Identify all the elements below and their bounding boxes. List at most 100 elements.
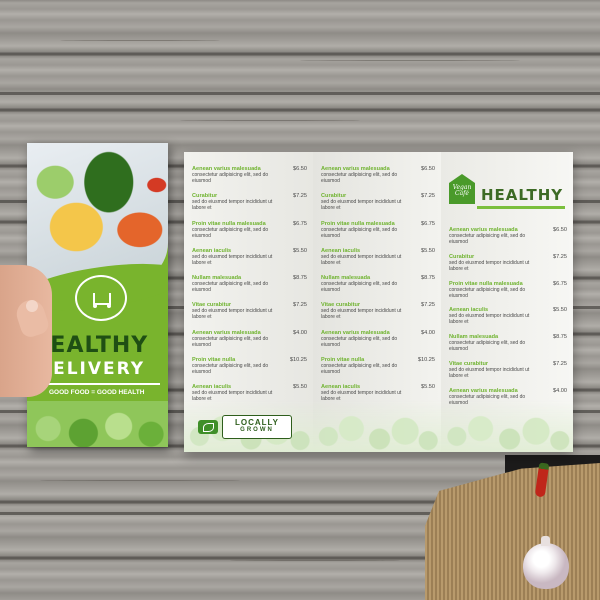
menu-item-description: sed do eiusmod tempor incididunt ut labo…: [192, 308, 273, 321]
burlap-cloth: [425, 463, 600, 600]
menu-item-price: $4.00: [553, 387, 567, 394]
badge-top: LOCALLY: [234, 418, 280, 427]
menu-item: Aenean iaculis sed do eiusmod tempor inci…: [192, 384, 307, 411]
menu-item-description: consectetur adipisicing elit, sed do eiu…: [192, 363, 269, 376]
menu-item-name: Aenean varius malesuada: [321, 329, 390, 336]
menu-list-right: Aenean varius malesuada consectetur adipi…: [449, 227, 567, 415]
menu-item-price: $5.50: [421, 384, 435, 391]
menu-item: Proin vitae nulla consectetur adipisicing…: [321, 357, 435, 384]
menu-item-description: sed do eiusmod tempor incididunt ut labo…: [321, 199, 402, 212]
menu-item-description: consectetur adipisicing elit, sed do eiu…: [449, 393, 526, 406]
menu-item-price: $4.00: [293, 329, 307, 336]
menu-item-description: sed do eiusmod tempor incididunt ut labo…: [192, 253, 273, 266]
menu-item-description: consectetur adipisicing elit, sed do eiu…: [321, 335, 398, 348]
logo-text: Vegan Café: [452, 184, 472, 197]
menu-item: Aenean iaculis sed do eiusmod tempor inci…: [321, 248, 435, 275]
menu-item-description: consectetur adipisicing elit, sed do eiu…: [192, 172, 269, 184]
cover-subtitle: DELIVERY: [37, 359, 146, 379]
menu-item-description: sed do eiusmod tempor incididunt ut labo…: [449, 313, 530, 326]
menu-item-description: consectetur adipisicing elit, sed do eiu…: [449, 340, 526, 353]
menu-item: Nullam malesuada consectetur adipisicing …: [449, 334, 567, 361]
menu-item-description: consectetur adipisicing elit, sed do eiu…: [192, 226, 269, 239]
menu-item: Nullam malesuada consectetur adipisicing …: [321, 275, 435, 302]
menu-item: Aenean varius malesuada consectetur adipi…: [449, 227, 567, 254]
menu-item-price: $5.50: [553, 307, 567, 314]
menu-item: Vitae curabitur sed do eiusmod tempor inc…: [321, 302, 435, 329]
cover-tagline: GOOD FOOD = GOOD HEALTH: [49, 389, 145, 396]
menu-item-price: $7.25: [293, 193, 307, 200]
menu-item-description: sed do eiusmod tempor incididunt ut labo…: [449, 259, 530, 272]
badge-bottom: GROWN: [240, 427, 274, 433]
wood-grain: [40, 480, 240, 481]
menu-item-price: $6.50: [553, 227, 567, 233]
menu-item-price: $7.25: [553, 253, 567, 260]
menu-item-description: consectetur adipisicing elit, sed do eiu…: [321, 281, 398, 294]
menu-item-name: Proin vitae nulla malesuada: [449, 280, 523, 287]
menu-item-price: $6.50: [293, 166, 307, 172]
menu-item: Curabitur sed do eiusmod tempor incididun…: [449, 254, 567, 281]
menu-item: Aenean varius malesuada consectetur adipi…: [192, 330, 307, 357]
panel-right: Vegan Café HEALTHY Aenean varius malesua…: [441, 152, 573, 452]
menu-item-description: sed do eiusmod tempor incididunt ut labo…: [192, 390, 273, 403]
menu-item-price: $8.75: [293, 275, 307, 282]
menu-item-price: $5.50: [293, 247, 307, 254]
menu-item: Curabitur sed do eiusmod tempor incididun…: [192, 193, 307, 220]
menu-item-name: Aenean varius malesuada: [449, 387, 518, 394]
menu-item-price: $8.75: [553, 334, 567, 341]
vegetable-illustration: [27, 401, 168, 447]
leaf-icon: [198, 420, 218, 434]
menu-item-description: sed do eiusmod tempor incididunt ut labo…: [321, 390, 402, 403]
menu-item-name: Proin vitae nulla malesuada: [321, 220, 395, 227]
menu-item-price: $7.25: [293, 302, 307, 309]
menu-item-description: consectetur adipisicing elit, sed do eiu…: [321, 226, 398, 239]
menu-item-description: sed do eiusmod tempor incididunt ut labo…: [321, 308, 402, 321]
menu-item-description: sed do eiusmod tempor incididunt ut labo…: [192, 199, 273, 212]
menu-item-price: $6.50: [421, 166, 435, 172]
brand-underline: [477, 206, 565, 209]
menu-item: Nullam malesuada consectetur adipisicing …: [192, 275, 307, 302]
menu-item-description: consectetur adipisicing elit, sed do eiu…: [321, 172, 398, 184]
wood-grain: [300, 60, 520, 61]
menu-item: Proin vitae nulla malesuada consectetur a…: [449, 281, 567, 308]
menu-list-left: Aenean varius malesuada consectetur adipi…: [192, 166, 307, 412]
menu-item: Curabitur sed do eiusmod tempor incididun…: [321, 193, 435, 220]
wood-grain: [230, 560, 400, 561]
menu-item-price: $10.25: [417, 357, 435, 364]
brand-title: HEALTHY: [481, 186, 564, 204]
menu-item-name: Proin vitae nulla malesuada: [192, 220, 266, 227]
menu-item: Proin vitae nulla malesuada consectetur a…: [192, 221, 307, 248]
menu-item-price: $6.75: [421, 220, 435, 227]
menu-item-price: $6.75: [293, 220, 307, 227]
panel-left: Aenean varius malesuada consectetur adipi…: [184, 152, 313, 452]
menu-item-description: consectetur adipisicing elit, sed do eiu…: [192, 281, 269, 294]
cart-icon: [93, 293, 111, 308]
brochure-inside: Aenean varius malesuada consectetur adipi…: [184, 152, 573, 452]
wood-grain: [180, 120, 360, 121]
menu-item: Proin vitae nulla malesuada consectetur a…: [321, 221, 435, 248]
panel-middle: Aenean varius malesuada consectetur adipi…: [313, 152, 441, 452]
menu-item: Aenean varius malesuada consectetur adipi…: [192, 166, 307, 193]
menu-item-description: consectetur adipisicing elit, sed do eiu…: [192, 335, 269, 348]
menu-item-price: $5.50: [293, 384, 307, 391]
garlic-bulb: [523, 536, 569, 589]
menu-item: Aenean iaculis sed do eiusmod tempor inci…: [192, 248, 307, 275]
menu-item-price: $8.75: [421, 275, 435, 282]
menu-item-price: $5.50: [421, 247, 435, 254]
menu-item-price: $4.00: [421, 329, 435, 336]
wood-grain: [60, 40, 220, 41]
menu-list-middle: Aenean varius malesuada consectetur adipi…: [321, 166, 435, 412]
menu-item-price: $7.25: [421, 193, 435, 200]
menu-item-description: sed do eiusmod tempor incididunt ut labo…: [321, 253, 402, 266]
locally-grown-badge: LOCALLY GROWN: [222, 415, 292, 439]
menu-item-price: $7.25: [421, 302, 435, 309]
menu-item-description: consectetur adipisicing elit, sed do eiu…: [449, 233, 526, 245]
menu-item-description: sed do eiusmod tempor incididunt ut labo…: [449, 366, 530, 379]
menu-item-price: $6.75: [553, 280, 567, 287]
plank-seam: [0, 92, 600, 95]
menu-item-description: consectetur adipisicing elit, sed do eiu…: [321, 363, 398, 376]
menu-item: Aenean iaculis sed do eiusmod tempor inci…: [321, 384, 435, 411]
menu-item: Vitae curabitur sed do eiusmod tempor inc…: [192, 302, 307, 329]
menu-item: Aenean varius malesuada consectetur adipi…: [321, 330, 435, 357]
menu-item: Aenean iaculis sed do eiusmod tempor inci…: [449, 307, 567, 334]
menu-item-price: $10.25: [289, 357, 307, 364]
